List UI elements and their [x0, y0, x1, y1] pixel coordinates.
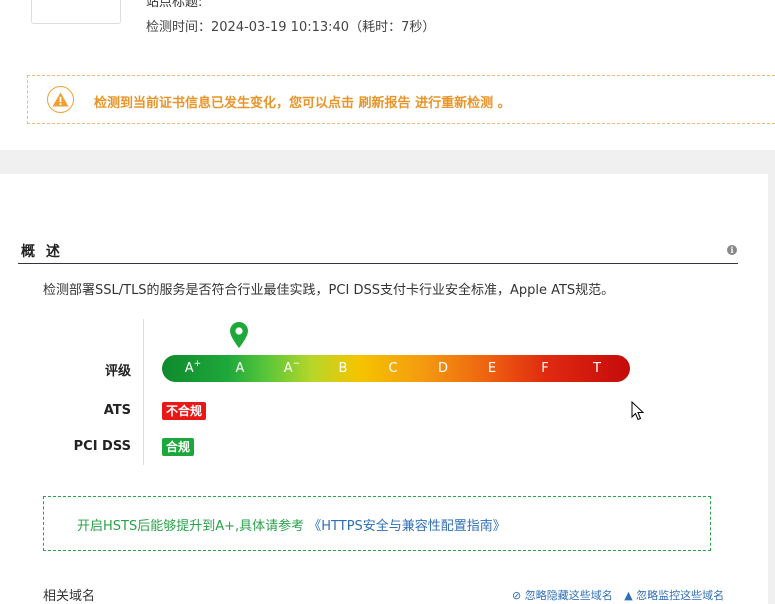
- ats-status-badge: 不合规: [162, 402, 207, 420]
- grade-item: T: [593, 361, 601, 376]
- overview-description: 检测部署SSL/TLS的服务是否符合行业最佳实践，PCI DSS支付卡行业安全标…: [43, 283, 615, 298]
- site-title-label: 站点标题:: [146, 0, 203, 10]
- grade-item: A: [236, 361, 245, 376]
- https-guide-link[interactable]: 《HTTPS安全与兼容性配置指南》: [308, 519, 506, 534]
- current-grade-marker-icon: [230, 322, 248, 348]
- hsts-tip-box: 开启HSTS后能够提升到A+,具体请参考 《HTTPS安全与兼容性配置指南》: [43, 496, 711, 551]
- grade-item: E: [488, 361, 496, 376]
- site-thumbnail: [31, 0, 121, 24]
- grade-letter: A: [283, 361, 293, 376]
- label-divider: [143, 319, 144, 465]
- grade-item: C: [388, 361, 397, 376]
- info-icon[interactable]: i: [727, 245, 737, 255]
- rating-label: 评级: [104, 364, 131, 379]
- grade-item: A+: [184, 359, 202, 376]
- title-divider: [18, 263, 738, 264]
- grade-modifier: +: [193, 359, 202, 369]
- grade-item: A−: [283, 359, 301, 376]
- grade-letter: T: [593, 361, 601, 376]
- related-domains-actions: ⊘ 忽略隐藏这些域名 ▲ 忽略监控这些域名: [512, 587, 732, 603]
- grade-letter: C: [388, 361, 398, 376]
- grade-letter: E: [487, 361, 497, 376]
- ignore-hide-domains-link[interactable]: ⊘ 忽略隐藏这些域名: [512, 589, 613, 602]
- warning-triangle-icon: [47, 86, 74, 113]
- certificate-changed-warning: 检测到当前证书信息已发生变化，您可以点击 刷新报告 进行重新检测 。: [27, 75, 775, 124]
- warning-prefix: 检测到当前证书信息已发生变化，您可以点击: [94, 96, 359, 111]
- grade-letter: F: [541, 361, 549, 376]
- hsts-tip-message: 开启HSTS后能够提升到A+,具体请参考 《HTTPS安全与兼容性配置指南》: [77, 515, 506, 534]
- grade-scale-bar: A+ A A− B C D E F T: [162, 355, 630, 382]
- pci-dss-status-badge: 合规: [162, 438, 195, 456]
- grade-item: D: [438, 361, 448, 376]
- grade-modifier: −: [292, 359, 301, 369]
- ats-label: ATS: [103, 403, 131, 418]
- refresh-report-link[interactable]: 刷新报告: [359, 96, 411, 111]
- grade-item: F: [541, 361, 548, 376]
- report-header-card: 站点标题: 检测时间：2024-03-19 10:13:40（耗时：7秒） 检测…: [0, 0, 775, 150]
- grade-letter: D: [437, 361, 449, 376]
- ignore-monitor-domains-link[interactable]: ▲ 忽略监控这些域名: [624, 589, 724, 602]
- overview-title: 概 述: [21, 244, 63, 260]
- mouse-cursor-icon: [631, 401, 645, 421]
- grade-letter: A: [235, 361, 245, 376]
- pci-dss-label: PCI DSS: [73, 439, 131, 454]
- warning-message: 检测到当前证书信息已发生变化，您可以点击 刷新报告 进行重新检测 。: [94, 92, 511, 111]
- check-time-text: 检测时间：2024-03-19 10:13:40（耗时：7秒）: [146, 20, 436, 35]
- hsts-tip-text: 开启HSTS后能够提升到A+,具体请参考: [77, 519, 309, 534]
- grade-item: B: [339, 361, 348, 376]
- warning-suffix: 进行重新检测 。: [410, 96, 511, 111]
- grade-letter: A: [184, 361, 194, 376]
- grade-letter: B: [338, 361, 348, 376]
